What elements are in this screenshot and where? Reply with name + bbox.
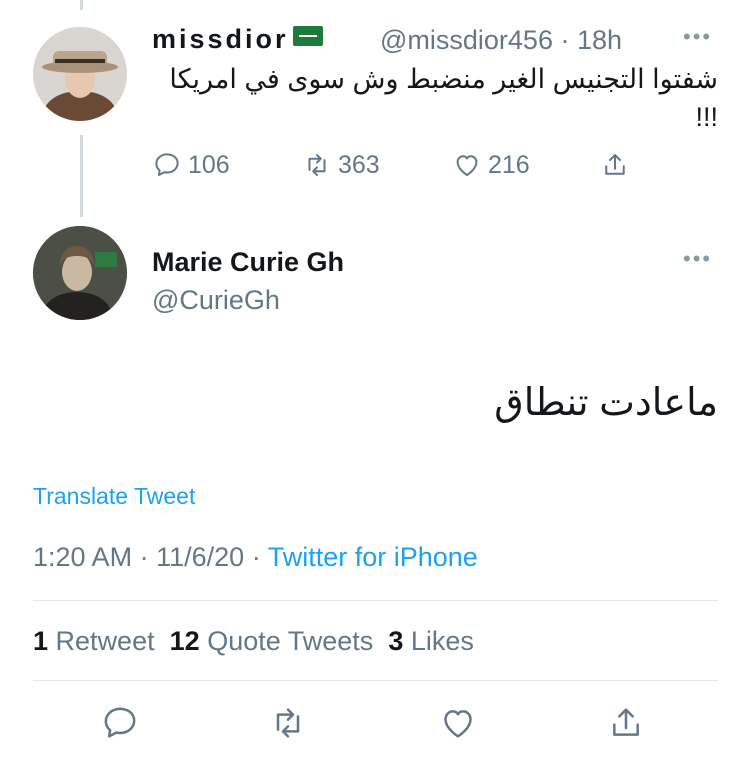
thread-line-top: [80, 0, 83, 10]
likes-stat[interactable]: 3 Likes: [388, 626, 474, 656]
tweet-stats: 1 Retweet 12 Quote Tweets 3 Likes: [33, 626, 474, 657]
reply-button[interactable]: [100, 703, 140, 743]
retweet-button[interactable]: [268, 703, 308, 743]
retweet-stat[interactable]: 1 Retweet: [33, 626, 155, 656]
more-options-icon[interactable]: •••: [683, 246, 712, 272]
translate-tweet-link[interactable]: Translate Tweet: [33, 483, 195, 510]
heart-icon: [444, 710, 472, 738]
share-icon: [613, 708, 639, 736]
reply-icon: [104, 707, 136, 738]
avatar-missdior[interactable]: [33, 27, 127, 121]
display-name-missdior[interactable]: missdior: [152, 24, 323, 55]
retweet-action[interactable]: 363: [302, 150, 380, 180]
quote-stat[interactable]: 12 Quote Tweets: [170, 626, 374, 656]
reply-action[interactable]: 106: [152, 150, 230, 180]
handle-curiegh[interactable]: @CurieGh: [152, 285, 280, 316]
handle-and-time[interactable]: @missdior456 · 18h: [380, 25, 622, 56]
display-name-curiegh[interactable]: Marie Curie Gh: [152, 247, 344, 278]
retweet-icon: [276, 708, 300, 738]
like-button[interactable]: [438, 703, 478, 743]
retweet-icon: [308, 154, 326, 176]
reply-icon: [155, 153, 179, 176]
saudi-flag-icon: [292, 26, 323, 46]
divider: [33, 680, 718, 681]
like-action[interactable]: 216: [452, 150, 530, 180]
avatar-curiegh[interactable]: [33, 226, 127, 320]
tweet-timestamp: 1:20 AM · 11/6/20 · Twitter for iPhone: [33, 542, 478, 572]
share-action[interactable]: [600, 150, 630, 180]
original-tweet-text: شفتوا التجنيس الغير منضبط وش سوى في امري…: [169, 64, 718, 132]
source-link[interactable]: Twitter for iPhone: [268, 542, 478, 572]
share-button[interactable]: [606, 703, 646, 743]
share-icon: [605, 154, 625, 175]
more-options-icon[interactable]: •••: [683, 24, 712, 50]
thread-line: [80, 135, 83, 217]
divider: [33, 600, 718, 601]
reply-tweet-text: ماعادت تنطاق: [494, 382, 718, 424]
heart-icon: [456, 155, 478, 176]
